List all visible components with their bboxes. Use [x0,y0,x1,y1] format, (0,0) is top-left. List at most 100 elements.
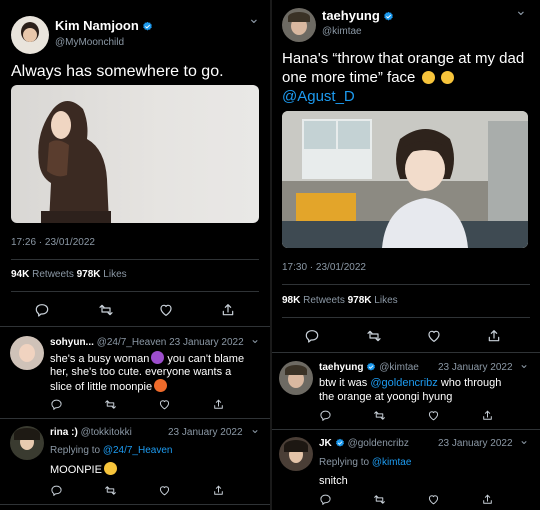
divider [11,291,259,292]
reply-author-name[interactable]: JK [319,438,332,449]
reply-text-line: you can't blame [164,353,245,365]
reply-author-handle[interactable]: @goldencribz [348,438,409,449]
reply-author-handle[interactable]: @24/7_Heaven [97,337,167,348]
tweet-timestamp[interactable]: 17:26 · 23/01/2022 [11,237,95,248]
avatar-taehyung-reply[interactable] [279,361,313,395]
divider [0,418,270,419]
divider [0,504,270,505]
avatar-taehyung[interactable] [282,8,316,42]
retweet-icon[interactable] [373,493,386,506]
child-in-kitchen-illustration [282,111,528,248]
avatar-sohyun[interactable] [10,336,44,370]
verified-icon [142,21,153,32]
woozy-emoji-icon [440,71,454,84]
reply-author-handle[interactable]: @tokkitokki [81,427,132,438]
reply-text-line: the orange at yoongi hyung [319,391,453,403]
author-handle[interactable]: @MyMoonchild [55,37,124,48]
replying-to-label: Replying to [319,457,370,468]
divider [282,284,530,285]
divider [282,317,530,318]
reply-header: rina :) @tokkitokki [50,427,132,438]
chevron-down-icon[interactable]: ⌄ [248,10,260,27]
divider [272,352,540,353]
like-label[interactable]: Likes [374,295,397,306]
like-icon[interactable] [158,484,171,497]
chevron-down-icon[interactable]: ⌄ [519,433,529,447]
reply-text-line: who through [437,377,502,389]
child-figure-illustration [38,101,111,223]
reply-icon[interactable] [319,493,332,506]
chevron-down-icon[interactable]: ⌄ [519,357,529,371]
like-count[interactable]: 978K [348,295,372,306]
avatar-jk[interactable] [279,437,313,471]
reply-text: she's a busy woman you can't blame her, … [50,351,262,394]
reply-header: sohyun... @24/7_Heaven 23 January 2022 [50,337,244,348]
reply-author-handle[interactable]: @kimtae [379,362,419,373]
reply-icon[interactable] [319,409,332,422]
reply-date[interactable]: 23 January 2022 [438,438,513,449]
retweet-icon[interactable] [98,302,114,318]
share-icon[interactable] [212,484,225,497]
share-icon[interactable] [486,328,502,344]
avatar-kim-namjoon[interactable] [11,16,49,54]
reply-date[interactable]: 23 January 2022 [168,427,243,438]
verified-icon [366,362,376,372]
reply-author-name[interactable]: taehyung [319,362,363,373]
retweet-icon[interactable] [366,328,382,344]
replying-to-handle[interactable]: @24/7_Heaven [103,445,173,456]
share-icon[interactable] [481,493,494,506]
right-screenshot: taehyung @kimtae ⌄ Hana's “throw that or… [272,0,540,510]
chevron-down-icon[interactable]: ⌄ [250,332,260,346]
reply-date[interactable]: 23 January 2022 [169,337,244,348]
reply-text-line: slice of little moonpie [50,381,153,393]
author-name[interactable]: Kim Namjoon [55,18,139,33]
avatar-rina[interactable] [10,426,44,460]
like-icon[interactable] [427,493,440,506]
tweet-timestamp[interactable]: 17:30 · 23/01/2022 [282,262,366,273]
reply-text-line: she's a busy woman [50,353,150,365]
reply-text-line: btw it was [319,377,371,389]
verified-icon [383,11,394,22]
reply-icon[interactable] [50,484,63,497]
reply-text-line: MOONPIE [50,464,102,476]
divider [0,326,270,327]
author-handle[interactable]: @kimtae [322,26,362,37]
like-icon[interactable] [426,328,442,344]
like-count[interactable]: 978K [77,269,101,280]
reply-mention[interactable]: @goldencribz [370,377,437,389]
retweet-count[interactable]: 98K [282,295,300,306]
share-icon[interactable] [220,302,236,318]
replying-to: Replying to @kimtae [319,457,411,468]
share-icon[interactable] [481,409,494,422]
divider [11,259,259,260]
reply-icon[interactable] [34,302,50,318]
reply-date[interactable]: 23 January 2022 [438,362,513,373]
tweet-photo[interactable] [282,111,528,248]
retweet-label[interactable]: Retweets [32,269,74,280]
retweet-icon[interactable] [104,484,117,497]
author-name[interactable]: taehyung [322,8,380,23]
share-icon[interactable] [212,398,225,411]
reply-author-name[interactable]: sohyun... [50,337,94,348]
reply-icon[interactable] [50,398,63,411]
tweet-mention[interactable]: @Agust_D [282,87,532,106]
replying-to-handle[interactable]: @kimtae [372,457,412,468]
tweet-photo[interactable] [11,85,259,223]
retweet-count[interactable]: 94K [11,269,29,280]
like-label[interactable]: Likes [103,269,126,280]
like-icon[interactable] [158,398,171,411]
heart-eyes-emoji-icon [154,379,168,392]
verified-icon [335,438,345,448]
like-icon[interactable] [158,302,174,318]
chevron-down-icon[interactable]: ⌄ [515,2,527,19]
retweet-icon[interactable] [104,398,117,411]
like-icon[interactable] [427,409,440,422]
chevron-down-icon[interactable]: ⌄ [250,422,260,436]
tweet-text: Always has somewhere to go. [11,63,224,80]
retweet-icon[interactable] [373,409,386,422]
replying-to: Replying to @24/7_Heaven [50,445,172,456]
retweet-label[interactable]: Retweets [303,295,345,306]
reply-author-name[interactable]: rina :) [50,427,78,438]
reply-header: taehyung @kimtae [319,362,419,373]
reply-icon[interactable] [304,328,320,344]
